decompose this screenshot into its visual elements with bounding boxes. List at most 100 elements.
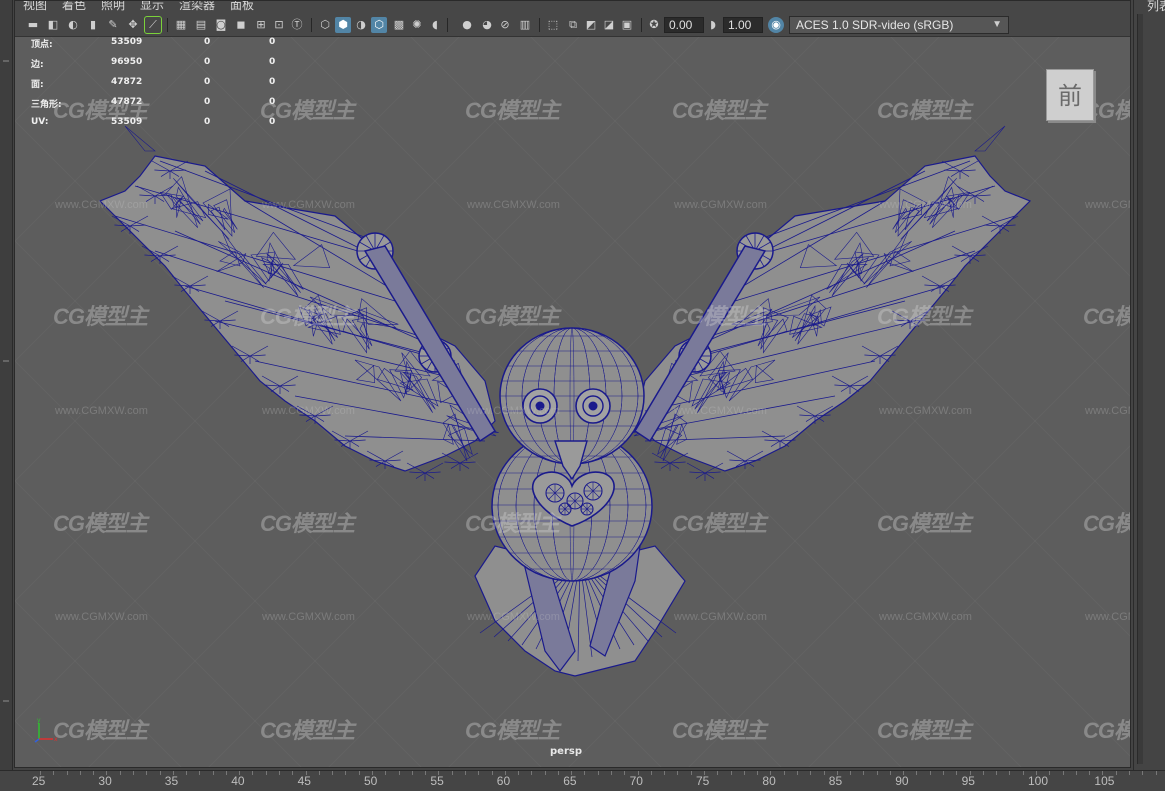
timeline-tick: [929, 771, 931, 775]
depth-of-field-icon[interactable]: ⊘: [497, 17, 513, 33]
wireframe-on-shaded-icon[interactable]: ◑: [353, 17, 369, 33]
chevron-down-icon: ▼: [992, 19, 1002, 30]
field-chart-icon[interactable]: ⊞: [253, 17, 269, 33]
timeline-frame-label: 65: [563, 774, 577, 788]
camera-attr-icon[interactable]: ◧: [45, 17, 61, 33]
gamma-field[interactable]: 1.00: [723, 17, 763, 33]
menu-panels[interactable]: 面板: [230, 1, 254, 13]
watermark-url: www.CGMXW.com: [879, 405, 972, 417]
color-management-icon[interactable]: ◉: [768, 17, 784, 33]
camera-icon[interactable]: ▬: [25, 17, 41, 33]
timeline-tick: [225, 771, 227, 775]
strip-tick: [3, 700, 9, 702]
shadows-icon[interactable]: ✺: [409, 17, 425, 33]
show-all-icon[interactable]: ▣: [619, 17, 635, 33]
gamma-icon[interactable]: ◗: [705, 17, 721, 33]
xray-icon[interactable]: ⬚: [545, 17, 561, 33]
watermark-url: www.CGMXW.com: [879, 611, 972, 623]
axis-indicator: y x: [34, 717, 58, 743]
backface-culling-icon[interactable]: ◩: [583, 17, 599, 33]
menu-view[interactable]: 视图: [23, 1, 47, 13]
timeline-tick: [903, 771, 905, 775]
screen-space-ao-icon[interactable]: ◖: [427, 17, 443, 33]
timeline-tick: [1009, 771, 1011, 775]
2d-pan-icon[interactable]: ✎: [105, 17, 121, 33]
view-transform-dropdown[interactable]: ACES 1.0 SDR-video (sRGB) ▼: [789, 16, 1009, 34]
left-tool-strip: [0, 0, 13, 770]
watermark-url: www.CGMXW.com: [467, 611, 560, 623]
watermark-logo: CG模型主: [672, 304, 767, 329]
safe-action-icon[interactable]: ⊡: [271, 17, 287, 33]
wing-mesh-triangle: [974, 125, 1006, 152]
multisample-aa-icon[interactable]: ◕: [479, 17, 495, 33]
wireframe-icon[interactable]: ⬡: [317, 17, 333, 33]
timeline-frame-label: 45: [297, 774, 311, 788]
motion-blur-icon[interactable]: ●: [459, 17, 475, 33]
timeline-tick: [172, 771, 174, 775]
timeline-tick: [850, 771, 852, 775]
watermark-url: www.CGMXW.com: [262, 199, 355, 211]
timeline-tick: [66, 771, 68, 775]
timeline-tick: [199, 771, 201, 775]
feather-wire: [704, 471, 721, 474]
feather-wire: [415, 472, 426, 479]
toolbar-separator: [539, 18, 540, 32]
watermark-logo: CG模型主: [260, 718, 355, 743]
film-gate-icon[interactable]: ▤: [193, 17, 209, 33]
grid-icon[interactable]: ▦: [173, 17, 189, 33]
menu-show[interactable]: 显示: [140, 1, 164, 13]
side-panel-scrollbar[interactable]: [1137, 14, 1143, 764]
isolate-icon[interactable]: ◪: [601, 17, 617, 33]
resolution-gate-icon[interactable]: ◙: [213, 17, 229, 33]
menu-shading[interactable]: 着色: [62, 1, 86, 13]
menu-lighting[interactable]: 照明: [101, 1, 125, 13]
x-axis-text: x: [54, 736, 58, 743]
hud-selected: 0: [204, 97, 211, 107]
textured-icon[interactable]: ⬡: [371, 17, 387, 33]
watermark-url: www.CGMXW.com: [1085, 199, 1130, 211]
smooth-shade-icon[interactable]: ⬢: [335, 17, 351, 33]
timeline-frame-label: 105: [1094, 774, 1115, 788]
xray-joints-icon[interactable]: ⧉: [565, 17, 581, 33]
timeline-tick: [385, 771, 387, 775]
time-slider[interactable]: 25 30 35 40 45 50 55 60 65 70 75 80 85 90 95 100 105: [0, 770, 1165, 791]
toolbar-separator: [641, 18, 642, 32]
perspective-viewport[interactable]: CG模型主 CG模型主 CG模型主 CG模型主 CG模型主 CG模型主 CG模型主 CG模型主…: [14, 0, 1131, 768]
isolate-select-icon[interactable]: ▥: [517, 17, 533, 33]
exposure-field[interactable]: 0.00: [664, 17, 704, 33]
pan-zoom-icon[interactable]: ✥: [125, 17, 141, 33]
bookmark-icon[interactable]: ◐: [65, 17, 81, 33]
timeline-tick: [690, 771, 692, 775]
timeline-tick: [504, 771, 506, 775]
image-plane-icon[interactable]: ▮: [85, 17, 101, 33]
timeline-tick: [571, 771, 573, 775]
timeline-tick: [757, 771, 759, 775]
timeline-tick: [491, 771, 493, 775]
feather-wire: [459, 462, 470, 469]
watermark-logo: CG模型主: [465, 718, 560, 743]
timeline-tick: [889, 771, 891, 775]
watermark-url: www.CGMXW.com: [674, 611, 767, 623]
timeline-tick: [730, 771, 732, 775]
safe-title-icon[interactable]: Ⓣ: [289, 17, 305, 33]
view-cube-front[interactable]: 前: [1046, 69, 1094, 121]
timeline-tick: [478, 771, 480, 775]
hud-label: UV:: [31, 117, 49, 127]
exposure-icon[interactable]: ✪: [646, 17, 662, 33]
hud-total: 47872: [111, 77, 143, 87]
use-all-lights-icon[interactable]: ▩: [391, 17, 407, 33]
feather-wire: [654, 461, 671, 464]
timeline-frame-label: 50: [364, 774, 378, 788]
timeline-tick: [518, 771, 520, 775]
watermark-url: www.CGMXW.com: [879, 199, 972, 211]
gate-mask-icon[interactable]: ◼: [233, 17, 249, 33]
timeline-tick: [292, 771, 294, 775]
menu-renderer[interactable]: 渲染器: [179, 1, 215, 13]
timeline-tick: [996, 771, 998, 775]
hud-component: 0: [269, 37, 276, 47]
grease-pencil-icon[interactable]: ⟋: [144, 16, 162, 34]
watermark-logo: CG模型主: [1083, 718, 1130, 743]
timeline-tick: [79, 771, 81, 775]
timeline-tick: [146, 771, 148, 775]
toolbar-separator: [311, 18, 312, 32]
